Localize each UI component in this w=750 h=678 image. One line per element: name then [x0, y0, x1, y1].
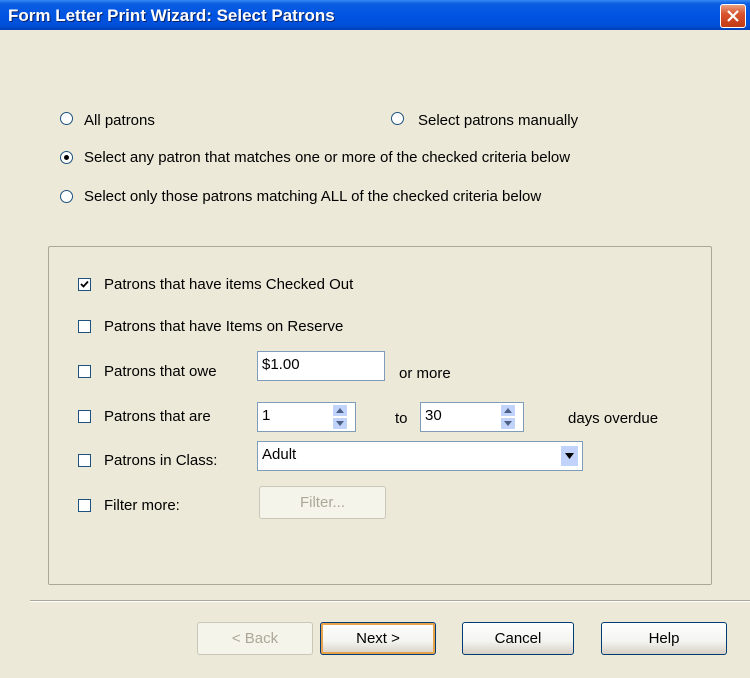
back-button[interactable]: < Back — [197, 622, 313, 655]
checkbox-on-reserve[interactable] — [78, 320, 91, 333]
owe-suffix: or more — [399, 365, 451, 382]
class-dropdown[interactable]: Adult — [257, 441, 583, 471]
filter-button[interactable]: Filter... — [259, 486, 386, 519]
overdue-suffix: days overdue — [568, 410, 659, 427]
overdue-from-down-button[interactable] — [332, 417, 348, 430]
checked-out-label: Patrons that have items Checked Out — [104, 276, 354, 293]
checkmark-icon — [80, 280, 89, 288]
radio-match-any[interactable] — [60, 151, 73, 164]
overdue-to-down-button[interactable] — [500, 417, 516, 430]
owe-amount-input[interactable]: $1.00 — [257, 351, 385, 381]
filter-more-label: Filter more: — [104, 497, 180, 514]
class-selected-value: Adult — [262, 446, 297, 463]
checkbox-owe[interactable] — [78, 365, 91, 378]
title-bar: Form Letter Print Wizard: Select Patrons — [0, 0, 750, 30]
close-button[interactable] — [720, 4, 746, 28]
arrow-up-icon — [504, 408, 512, 413]
owe-label: Patrons that owe — [104, 363, 217, 380]
next-button[interactable]: Next > — [320, 622, 436, 655]
overdue-to-up-button[interactable] — [500, 404, 516, 417]
overdue-to-label: to — [395, 410, 408, 427]
overdue-to-value: 30 — [425, 407, 442, 424]
checkbox-filter-more[interactable] — [78, 499, 91, 512]
radio-all-patrons-label: All patrons — [84, 112, 155, 129]
radio-match-all-label: Select only those patrons matching ALL o… — [84, 188, 542, 205]
arrow-up-icon — [336, 408, 344, 413]
radio-match-all[interactable] — [60, 190, 73, 203]
overdue-from-up-button[interactable] — [332, 404, 348, 417]
class-dropdown-button[interactable] — [560, 445, 579, 467]
wizard-body: All patrons Select patrons manually Sele… — [0, 30, 750, 678]
on-reserve-label: Patrons that have Items on Reserve — [104, 318, 344, 335]
overdue-from-value: 1 — [262, 407, 271, 424]
radio-all-patrons[interactable] — [60, 112, 73, 125]
separator — [30, 600, 750, 602]
chevron-down-icon — [565, 453, 574, 459]
radio-select-manually[interactable] — [391, 112, 404, 125]
window-title: Form Letter Print Wizard: Select Patrons — [8, 6, 335, 25]
checkbox-checked-out[interactable] — [78, 278, 91, 291]
radio-select-manually-label: Select patrons manually — [418, 112, 579, 129]
arrow-down-icon — [336, 421, 344, 426]
help-button[interactable]: Help — [601, 622, 727, 655]
checkbox-class[interactable] — [78, 454, 91, 467]
close-icon — [727, 10, 739, 22]
overdue-label: Patrons that are — [104, 408, 211, 425]
cancel-button[interactable]: Cancel — [462, 622, 574, 655]
class-label: Patrons in Class: — [104, 452, 218, 469]
radio-match-any-label: Select any patron that matches one or mo… — [84, 149, 571, 166]
arrow-down-icon — [504, 421, 512, 426]
checkbox-overdue[interactable] — [78, 410, 91, 423]
